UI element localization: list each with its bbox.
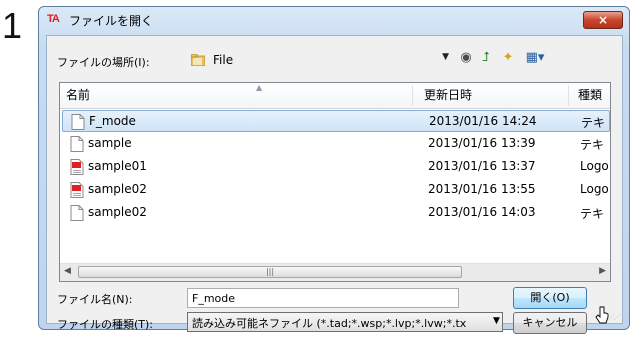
up-folder-icon[interactable]: ⮥ (477, 49, 495, 67)
scroll-left-icon[interactable]: ◀ (64, 266, 71, 276)
file-row[interactable]: sample02 2013/01/16 14:03 テキ (62, 202, 610, 224)
location-value: File (213, 53, 234, 67)
open-button[interactable]: 開く(O) (513, 287, 587, 309)
file-date: 2013/01/16 14:24 (429, 114, 537, 128)
file-name: sample02 (88, 205, 147, 219)
file-type: テキ (580, 138, 605, 152)
view-menu-icon[interactable]: ▦▾ (521, 49, 549, 67)
app-logo-icon: TA (47, 13, 60, 25)
column-type[interactable]: 種類 (572, 83, 610, 108)
list-header: 名前 ▲ 更新日時 種類 (60, 83, 610, 109)
file-name: F_mode (89, 114, 136, 128)
filename-input[interactable] (187, 288, 459, 308)
scrollbar-thumb[interactable]: ||| (78, 266, 462, 278)
scroll-right-icon[interactable]: ▶ (599, 266, 606, 276)
file-type: Logo (580, 159, 609, 173)
file-date: 2013/01/16 13:55 (428, 182, 536, 196)
file-name: sample01 (88, 159, 147, 173)
file-list[interactable]: 名前 ▲ 更新日時 種類 F_mode 2013/01/16 14:24 テキ (59, 82, 611, 282)
filename-label: ファイル名(N): (57, 293, 133, 306)
column-name[interactable]: 名前 (60, 83, 412, 108)
file-date: 2013/01/16 13:39 (428, 136, 536, 150)
file-row[interactable]: sample 2013/01/16 13:39 テキ (62, 133, 610, 155)
filetype-label: ファイルの種類(T): (57, 318, 154, 331)
title-bar[interactable]: TA ファイルを開く × (39, 7, 629, 33)
ta-file-icon (70, 182, 84, 198)
chevron-down-icon[interactable]: ▼ (493, 316, 500, 326)
horizontal-scrollbar[interactable]: ◀ ||| ▶ (60, 263, 610, 281)
file-date: 2013/01/16 13:37 (428, 159, 536, 173)
chevron-down-icon: ▼ (442, 52, 449, 62)
location-dropdown[interactable]: File ▼ (187, 48, 451, 72)
sort-arrow-icon: ▲ (256, 83, 263, 92)
file-row[interactable]: sample02 2013/01/16 13:55 Logo (62, 179, 610, 201)
column-divider[interactable] (568, 85, 569, 106)
text-file-icon (71, 114, 85, 130)
cancel-button[interactable]: キャンセル (513, 312, 587, 334)
column-divider[interactable] (412, 85, 413, 106)
close-button[interactable]: × (583, 11, 623, 29)
filetype-dropdown[interactable]: 読み込み可能ネファイル (*.tad;*.wsp;*.lvp;*.lvw;*.t… (187, 312, 503, 332)
file-name: sample (88, 136, 132, 150)
new-folder-icon[interactable]: ✦ (499, 49, 517, 67)
mouse-pointer-icon (595, 306, 609, 324)
location-label: ファイルの場所(I): (57, 56, 150, 69)
text-file-icon (70, 205, 84, 221)
dialog-body: ファイルの場所(I): File ▼ ◉ ⮥ ✦ ▦▾ 名前 ▲ 更新日時 種類 (46, 35, 623, 334)
file-row[interactable]: sample01 2013/01/16 13:37 Logo (62, 156, 610, 178)
text-file-icon (70, 136, 84, 152)
column-date[interactable]: 更新日時 (418, 83, 568, 108)
file-type: Logo (580, 182, 609, 196)
file-date: 2013/01/16 14:03 (428, 205, 536, 219)
open-file-dialog: TA ファイルを開く × ファイルの場所(I): File ▼ ◉ ⮥ ✦ ▦▾… (38, 6, 630, 334)
folder-icon (191, 54, 205, 66)
step-number: 1 (2, 5, 23, 46)
file-type: テキ (580, 207, 605, 221)
dialog-title: ファイルを開く (69, 14, 154, 28)
ta-file-icon (70, 159, 84, 175)
resize-grip-icon[interactable]: ⋰⋰ (608, 314, 620, 321)
back-icon[interactable]: ◉ (457, 49, 475, 67)
file-row[interactable]: F_mode 2013/01/16 14:24 テキ (62, 110, 610, 132)
file-name: sample02 (88, 182, 147, 196)
file-type: テキ (581, 116, 606, 130)
